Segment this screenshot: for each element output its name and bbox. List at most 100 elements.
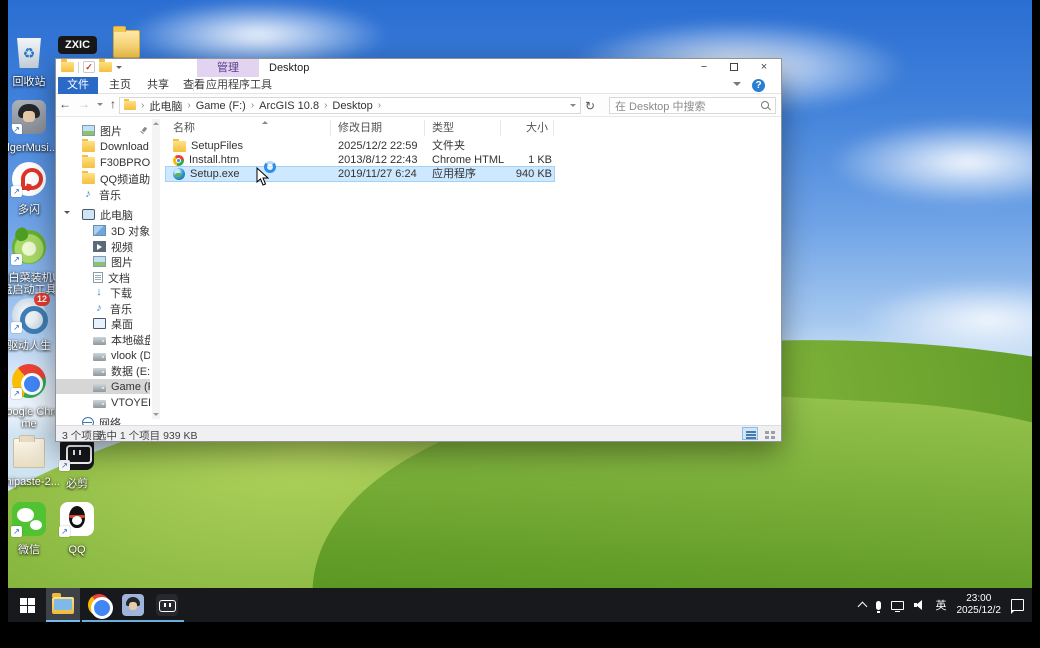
sidebar-scrollbar[interactable] [152, 119, 160, 419]
system-tray: 英 23:00 2025/12/2 [857, 588, 1033, 622]
ribbon-collapse-icon[interactable] [733, 82, 741, 90]
breadcrumb-arcgis[interactable]: ArcGIS 10.8 [259, 100, 319, 112]
sidebar-item-documents[interactable]: 文档 [56, 270, 150, 285]
window-title: Desktop [269, 62, 310, 74]
file-row-setup-exe[interactable]: Setup.exe 2019/11/27 6:24 应用程序 940 KB [165, 166, 555, 182]
sidebar-item-videos[interactable]: 视频 [56, 239, 150, 254]
address-bar[interactable]: › 此电脑 › Game (F:) › ArcGIS 10.8 › Deskto… [119, 97, 581, 114]
sidebar-item-pictures[interactable]: 图片 [56, 254, 150, 269]
sidebar-item-local-disk-c[interactable]: 本地磁盘 (C:) [56, 332, 150, 347]
network-display-icon[interactable] [890, 600, 904, 612]
breadcrumb-desktop[interactable]: Desktop [332, 100, 372, 112]
forward-button[interactable]: → [78, 97, 90, 111]
videos-icon [93, 241, 106, 252]
sidebar-item-music[interactable]: ♪ 音乐 [56, 301, 150, 316]
qq-scarf [69, 515, 85, 518]
qat-folder-icon[interactable] [61, 59, 74, 72]
caption-buttons: − × [689, 59, 779, 76]
sidebar-item-download[interactable]: Download [56, 139, 150, 154]
column-date[interactable]: 修改日期 [331, 120, 425, 136]
maximize-button[interactable] [719, 59, 749, 76]
hidden-icons-chevron[interactable] [857, 601, 867, 612]
sidebar-item-data-e[interactable]: 数据 (E:) [56, 363, 150, 378]
tab-file[interactable]: 文件 [58, 77, 98, 94]
back-button[interactable]: ← [59, 97, 71, 111]
file-row-setupfiles[interactable]: SetupFiles 2025/12/2 22:59 文件夹 [166, 139, 554, 153]
desktop-icon-qudong[interactable]: 12 ↗ 驱动人生 [8, 293, 62, 352]
sidebar-item-pictures-qa[interactable]: 图片 [56, 123, 150, 138]
ribbon-tabs: 文件 主页 共享 查看 应用程序工具 ? [56, 77, 781, 94]
scroll-up-icon[interactable] [153, 122, 159, 125]
desktop-icon-duoshan[interactable]: ↗ 多闪 [8, 162, 62, 216]
desktop-icon-chrome[interactable]: ↗ Google Chrome [8, 364, 62, 430]
view-toggle [742, 427, 777, 440]
help-button[interactable]: ? [752, 79, 765, 92]
search-icon[interactable] [760, 100, 770, 111]
column-name[interactable]: 名称 [166, 120, 331, 136]
breadcrumb-this-pc[interactable]: 此电脑 [149, 98, 182, 114]
start-button[interactable] [10, 588, 44, 622]
up-button[interactable]: ↑ [110, 97, 116, 111]
search-input[interactable]: 在 Desktop 中搜索 [609, 97, 776, 114]
alger-music-icon: ↗ [12, 100, 46, 134]
qat-properties-icon[interactable]: ✓ [83, 61, 95, 73]
refresh-button[interactable]: ↻ [585, 99, 595, 113]
sidebar-item-3d-objects[interactable]: 3D 对象 [56, 223, 150, 238]
tab-app-tools[interactable]: 应用程序工具 [197, 77, 281, 94]
sidebar-item-this-pc[interactable]: 此电脑 [56, 207, 150, 222]
expand-caret-icon[interactable] [64, 211, 70, 217]
taskbar-chrome-button[interactable] [82, 588, 116, 622]
drive-icon [93, 383, 106, 392]
sidebar-item-game-f[interactable]: Game (F:) [56, 379, 150, 394]
sidebar-item-downloads[interactable]: ↓ 下载 [56, 285, 150, 300]
desktop-icon-bijian[interactable]: ↗ 必剪 [44, 436, 110, 490]
explorer-icon [52, 592, 74, 614]
clock[interactable]: 23:00 2025/12/2 [957, 593, 1002, 617]
address-dropdown-icon[interactable] [570, 104, 576, 110]
scroll-down-icon[interactable] [153, 413, 159, 416]
tab-share[interactable]: 共享 [138, 77, 178, 94]
status-bar: 3 个项目 选中 1 个项目 939 KB [56, 425, 781, 442]
navigation-buttons: ← → ↑ [59, 97, 116, 111]
qat-newfolder-icon[interactable] [99, 59, 112, 72]
thumbnails-view-button[interactable] [761, 427, 777, 440]
title-bar[interactable]: ✓ 管理 Desktop − × [56, 59, 781, 77]
taskbar-bijian-button[interactable] [150, 588, 184, 622]
sidebar-item-qq-helper[interactable]: QQ频道助手v3.5 [56, 171, 150, 186]
file-row-install-htm[interactable]: Install.htm 2013/8/12 22:43 Chrome HTML … [166, 153, 554, 167]
sidebar-item-music-qa[interactable]: ♪ 音乐 [56, 187, 150, 202]
crumb-separator: › [324, 100, 328, 111]
desktop-icon-alger-music[interactable]: ↗ AlgerMusi... [8, 100, 62, 154]
recent-locations-icon[interactable] [97, 102, 103, 109]
action-center-icon[interactable] [1010, 599, 1024, 614]
hidden-folder-icon[interactable] [113, 26, 140, 58]
sidebar-item-vtoyefi-g[interactable]: VTOYEFI (G:) [56, 395, 150, 410]
desktop[interactable]: ♻ 回收站 ↗ AlgerMusi... ↗ 多闪 ↗ 大白菜装机U盘启动工具 … [8, 0, 1032, 622]
sidebar-item-f30bpro[interactable]: F30BPRO [56, 155, 150, 170]
taskbar-explorer-button[interactable] [46, 588, 80, 622]
taskbar-algermusic-button[interactable] [116, 588, 150, 622]
folder-icon [82, 171, 95, 184]
selection-summary: 选中 1 个项目 939 KB [96, 430, 198, 442]
minimize-button[interactable]: − [689, 59, 719, 76]
qat-customize-icon[interactable] [116, 65, 122, 72]
column-size[interactable]: 大小 [501, 120, 554, 136]
sidebar-item-desktop[interactable]: 桌面 [56, 316, 150, 331]
sidebar-item-vlook-d[interactable]: vlook (D:) [56, 348, 150, 363]
input-language-indicator[interactable]: 英 [936, 597, 947, 613]
duoshan-icon: ↗ [11, 162, 46, 197]
pin-icon [139, 127, 147, 135]
microphone-icon[interactable] [875, 600, 881, 613]
breadcrumb-game-f[interactable]: Game (F:) [196, 100, 246, 112]
close-button[interactable]: × [749, 59, 779, 76]
details-view-button[interactable] [742, 427, 758, 440]
desktop-icon-qq[interactable]: ↗ QQ [44, 502, 110, 556]
tab-home[interactable]: 主页 [100, 77, 140, 94]
desktop-icon-dabaicai[interactable]: ↗ 大白菜装机U盘启动工具 [8, 230, 62, 296]
desktop-icon-zxic[interactable]: ZXIC [58, 36, 98, 54]
taskbar: 英 23:00 2025/12/2 [8, 588, 1032, 622]
desktop-icon-recycle-bin[interactable]: ♻ 回收站 [8, 36, 62, 88]
folder-icon [173, 139, 186, 152]
column-type[interactable]: 类型 [425, 120, 501, 136]
volume-icon[interactable] [913, 600, 926, 610]
